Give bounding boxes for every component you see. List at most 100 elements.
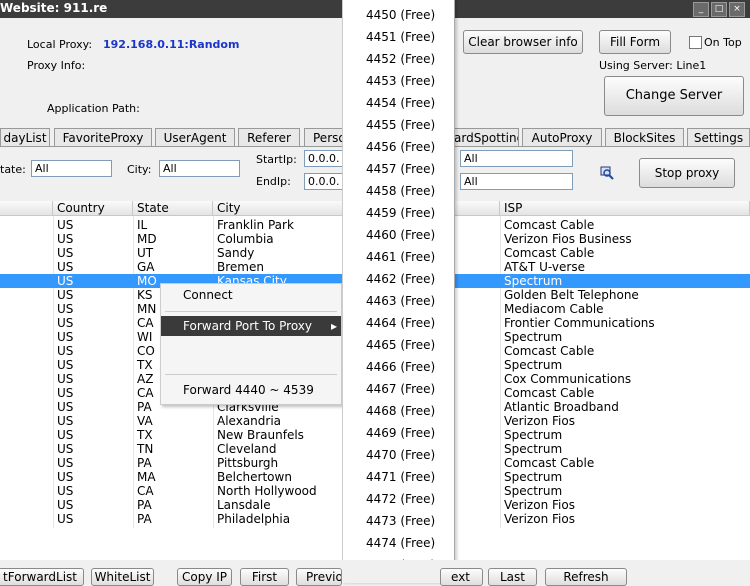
cell-state: CO [137, 344, 155, 358]
menu-item-forward-port-to-proxy[interactable]: Forward Port To Proxy ▸ [161, 316, 341, 336]
cell-country: US [57, 414, 74, 428]
previous-button[interactable]: Previo [296, 568, 342, 586]
port-menu-item[interactable]: 4462 (Free) [343, 268, 454, 290]
tab-blocksites[interactable]: BlockSites [605, 128, 684, 146]
port-menu-item[interactable]: 4451 (Free) [343, 26, 454, 48]
port-menu-item[interactable]: 4470 (Free) [343, 444, 454, 466]
menu-item-connect[interactable]: Connect [161, 285, 341, 305]
cell-isp: Atlantic Broadband [504, 400, 619, 414]
tab-settings[interactable]: Settings [687, 128, 750, 146]
forward-list-button[interactable]: tForwardList [0, 568, 84, 586]
on-top-checkbox[interactable] [689, 36, 702, 49]
port-menu-item[interactable]: 4465 (Free) [343, 334, 454, 356]
cell-country: US [57, 400, 74, 414]
clear-browser-info-button[interactable]: Clear browser info [463, 30, 583, 54]
stop-proxy-button[interactable]: Stop proxy [639, 158, 735, 188]
cell-isp: Comcast Cable [504, 386, 595, 400]
cell-state: PA [137, 400, 152, 414]
port-menu-item[interactable]: 4472 (Free) [343, 488, 454, 510]
next-button[interactable]: ext [440, 568, 483, 586]
port-menu-item[interactable]: 4471 (Free) [343, 466, 454, 488]
cell-country: US [57, 344, 74, 358]
port-menu-item[interactable]: 4474 (Free) [343, 532, 454, 554]
port-menu-item[interactable]: 4454 (Free) [343, 92, 454, 114]
column-header-state[interactable]: State [133, 201, 213, 216]
local-proxy-label: Local Proxy: [27, 38, 93, 51]
port-submenu: 4450 (Free) 4451 (Free) 4452 (Free) 4453 (F… [342, 0, 455, 583]
cell-city: New Braunfels [217, 428, 304, 442]
port-menu-item[interactable]: 4453 (Free) [343, 70, 454, 92]
port-menu-item[interactable]: 4457 (Free) [343, 158, 454, 180]
port-menu-item[interactable]: 4469 (Free) [343, 422, 454, 444]
port-menu-item[interactable]: 4461 (Free) [343, 246, 454, 268]
cell-country: US [57, 260, 74, 274]
cell-isp: Spectrum [504, 358, 563, 372]
state-select[interactable]: All [31, 160, 112, 177]
cell-isp: AT&T U-verse [504, 260, 585, 274]
port-menu-item[interactable]: 4458 (Free) [343, 180, 454, 202]
fill-form-button[interactable]: Fill Form [599, 30, 671, 54]
endip-label: EndIp: [256, 175, 291, 188]
cell-isp: Comcast Cable [504, 344, 595, 358]
port-menu-item[interactable]: 4464 (Free) [343, 312, 454, 334]
cell-isp: Cox Communications [504, 372, 632, 386]
column-header-blank[interactable] [0, 201, 53, 216]
column-header-country[interactable]: Country [53, 201, 133, 216]
copy-ip-button[interactable]: Copy IP [177, 568, 232, 586]
filter-select-top[interactable]: All [460, 150, 573, 167]
port-menu-item[interactable]: 4467 (Free) [343, 378, 454, 400]
first-button[interactable]: First [240, 568, 289, 586]
menu-item-label: Forward Port To Proxy [183, 319, 312, 333]
tab-boardspotting[interactable]: ardSpotting [453, 128, 519, 146]
cell-country: US [57, 274, 74, 288]
cell-state: MA [137, 470, 156, 484]
close-button[interactable]: × [729, 2, 745, 17]
cell-isp: Spectrum [504, 274, 563, 288]
whitelist-button[interactable]: WhiteList [91, 568, 154, 586]
cell-country: US [57, 442, 74, 456]
cell-country: US [57, 470, 74, 484]
tab-personal[interactable]: Perso [304, 128, 344, 146]
port-menu-item[interactable]: 4459 (Free) [343, 202, 454, 224]
cell-isp: Frontier Communications [504, 316, 655, 330]
endip-input[interactable]: 0.0.0. [304, 173, 344, 190]
cell-state: MN [137, 302, 157, 316]
cell-country: US [57, 330, 74, 344]
cell-isp: Spectrum [504, 484, 563, 498]
column-header-isp[interactable]: ISP [500, 201, 750, 216]
tab-referer[interactable]: Referer [238, 128, 300, 146]
refresh-button[interactable]: Refresh [545, 568, 627, 586]
cell-isp: Comcast Cable [504, 218, 595, 232]
port-menu-item[interactable]: 4452 (Free) [343, 48, 454, 70]
minimize-button[interactable]: _ [693, 2, 709, 17]
last-button[interactable]: Last [488, 568, 537, 586]
port-menu-item[interactable]: 4468 (Free) [343, 400, 454, 422]
port-menu-item[interactable]: 4466 (Free) [343, 356, 454, 378]
tab-useragent[interactable]: UserAgent [155, 128, 235, 146]
maximize-button[interactable]: □ [711, 2, 727, 17]
startip-label: StartIp: [256, 153, 297, 166]
cell-state: IL [137, 218, 148, 232]
port-menu-item[interactable]: 4456 (Free) [343, 136, 454, 158]
port-menu-item[interactable]: 4460 (Free) [343, 224, 454, 246]
search-icon[interactable] [600, 166, 614, 180]
city-select[interactable]: All [159, 160, 240, 177]
tab-favoriteproxy[interactable]: FavoriteProxy [54, 128, 152, 146]
port-menu-item[interactable]: 4463 (Free) [343, 290, 454, 312]
change-server-button[interactable]: Change Server [604, 76, 744, 116]
cell-country: US [57, 498, 74, 512]
filter-select-bottom[interactable]: All [460, 173, 573, 190]
port-menu-item[interactable]: 4450 (Free) [343, 4, 454, 26]
cell-isp: Spectrum [504, 442, 563, 456]
tab-todaylist[interactable]: dayList [0, 128, 50, 146]
cell-country: US [57, 428, 74, 442]
port-menu-item[interactable]: 4455 (Free) [343, 114, 454, 136]
port-menu-item[interactable]: 4473 (Free) [343, 510, 454, 532]
cell-country: US [57, 218, 74, 232]
menu-item-forward-range[interactable]: Forward 4440 ~ 4539 [161, 380, 341, 400]
tab-autoproxy[interactable]: AutoProxy [522, 128, 602, 146]
cell-country: US [57, 386, 74, 400]
cell-state: AZ [137, 372, 154, 386]
cell-state: KS [137, 288, 153, 302]
startip-input[interactable]: 0.0.0. [304, 150, 344, 167]
